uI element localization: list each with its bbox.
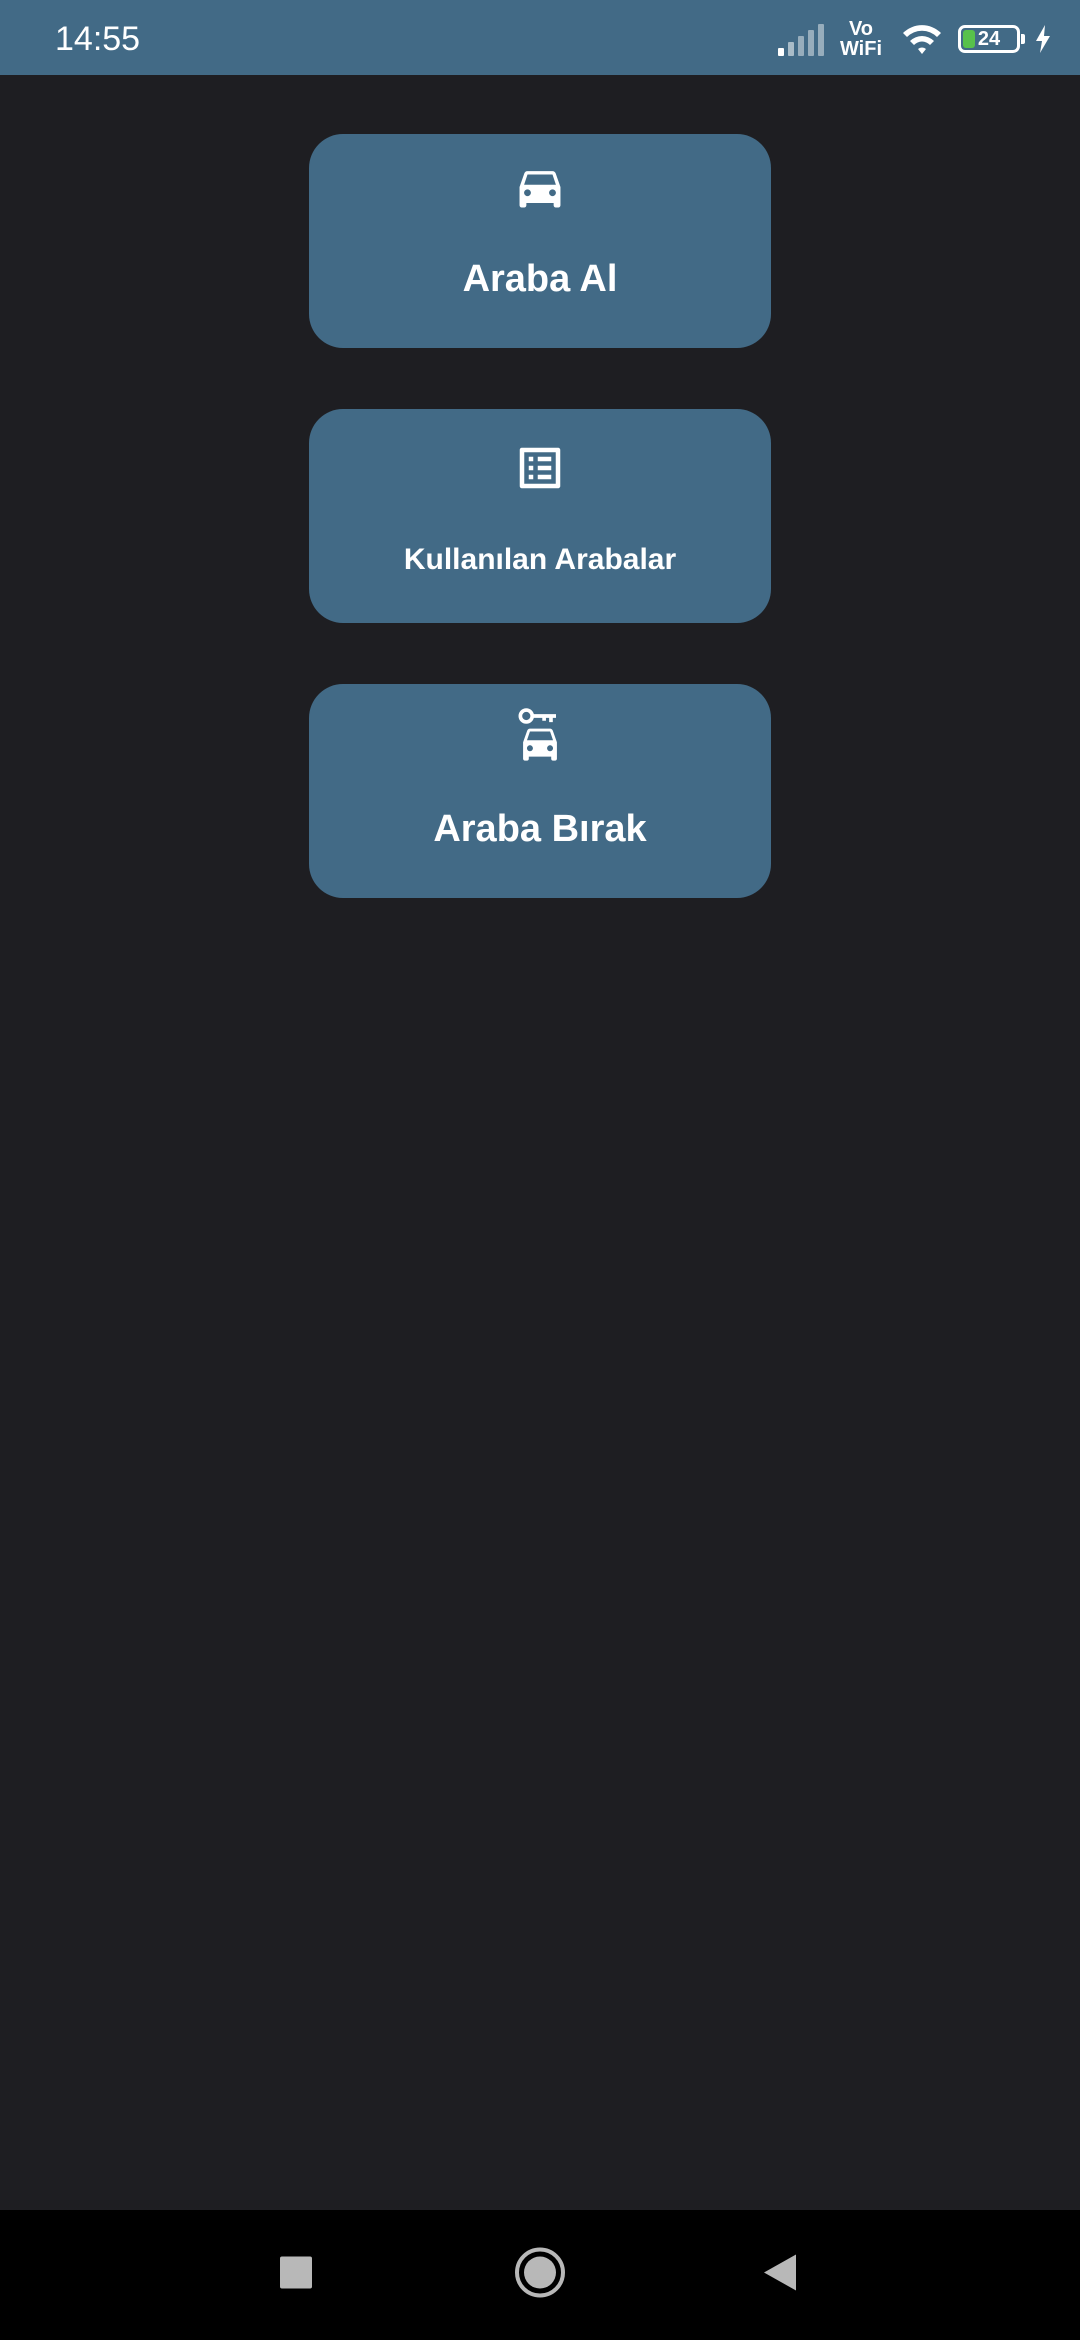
- vowifi-top: Vo: [848, 18, 874, 40]
- battery-fill: [963, 30, 975, 48]
- signal-icon: [777, 24, 824, 56]
- araba-birak-button[interactable]: Araba Bırak: [309, 684, 771, 898]
- battery-icon: 24: [958, 25, 1025, 53]
- recent-apps-button[interactable]: [279, 2256, 313, 2295]
- status-bar: 14:55 Vo WiFi 24: [0, 0, 1080, 75]
- triangle-back-icon: [764, 2254, 796, 2291]
- list-icon: [513, 441, 567, 500]
- araba-al-label: Araba Al: [462, 258, 618, 300]
- araba-al-button[interactable]: Araba Al: [309, 134, 771, 348]
- home-button[interactable]: [513, 2246, 567, 2305]
- back-button[interactable]: [762, 2253, 798, 2298]
- status-time: 14:55: [55, 20, 141, 58]
- wifi-icon: [903, 25, 941, 54]
- vowifi-bottom: WiFi: [839, 38, 882, 60]
- battery-level: 24: [977, 28, 1001, 50]
- car-key-icon: [517, 708, 563, 777]
- kullanilan-arabalar-label: Kullanılan Arabalar: [403, 543, 677, 576]
- car-icon: [512, 170, 568, 225]
- circle-icon: [515, 2247, 565, 2298]
- status-icons: Vo WiFi 24: [776, 14, 1052, 64]
- square-icon: [280, 2256, 312, 2289]
- vowifi-icon: Vo WiFi: [840, 19, 882, 59]
- charging-icon: [1036, 25, 1050, 53]
- navigation-bar: [0, 2210, 1080, 2340]
- araba-birak-label: Araba Bırak: [433, 808, 647, 850]
- kullanilan-arabalar-button[interactable]: Kullanılan Arabalar: [309, 409, 771, 623]
- battery-tip: [1021, 34, 1025, 44]
- app-screen: 14:55 Vo WiFi 24 Araba Al Kullanılan Ara…: [0, 0, 1080, 2340]
